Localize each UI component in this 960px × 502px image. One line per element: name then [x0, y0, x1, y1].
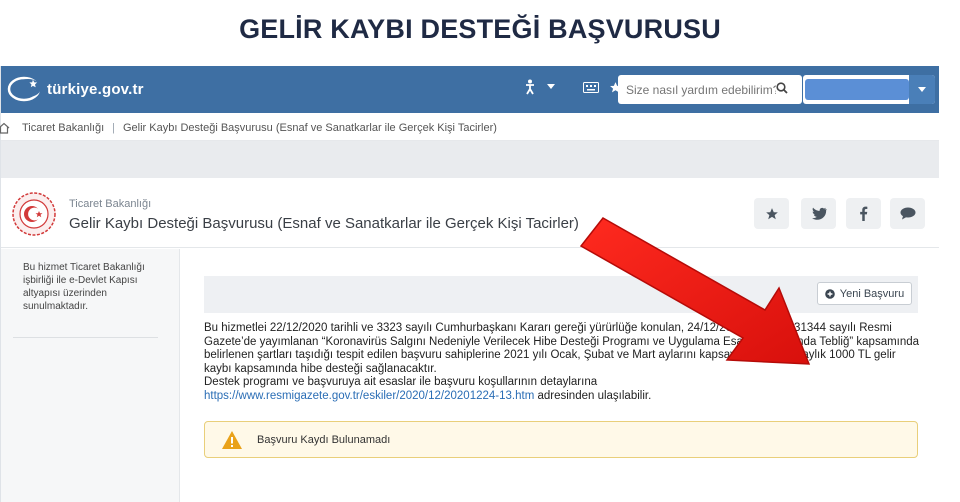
user-menu[interactable] — [803, 75, 935, 104]
gray-banner — [1, 141, 939, 178]
redacted-user-name — [805, 79, 909, 100]
comment-icon[interactable] — [890, 198, 925, 229]
breadcrumb-item-service: Gelir Kaybı Desteği Başvurusu (Esnaf ve … — [123, 121, 497, 134]
chevron-down-icon[interactable] — [547, 84, 555, 90]
breadcrumb: Ticaret Bakanlığı | Gelir Kaybı Desteği … — [0, 115, 939, 141]
description-paragraph: Bu hizmetlei 22/12/2020 tarihli ve 3323 … — [204, 322, 920, 375]
facebook-icon[interactable] — [846, 198, 881, 229]
logo-text: türkiye.gov.tr — [47, 80, 144, 98]
sidebar-note: Bu hizmet Ticaret Bakanlığı işbirliği il… — [23, 262, 145, 312]
keyboard-icon[interactable] — [583, 81, 599, 93]
sidebar: Bu hizmet Ticaret Bakanlığı işbirliği il… — [1, 249, 180, 502]
alert-message: Başvuru Kaydı Bulunamadı — [257, 433, 391, 446]
ministry-emblem-icon — [12, 192, 56, 236]
no-record-alert: Başvuru Kaydı Bulunamadı — [204, 421, 918, 458]
warning-icon — [222, 430, 242, 449]
home-icon[interactable] — [0, 122, 10, 134]
plus-circle-icon — [824, 288, 835, 299]
action-bar — [204, 276, 918, 313]
user-menu-chevron-icon[interactable] — [909, 75, 935, 104]
service-ministry: Ticaret Bakanlığı — [69, 198, 152, 210]
service-header: Ticaret Bakanlığı Gelir Kaybı Desteği Ba… — [1, 178, 939, 248]
sidebar-divider — [13, 337, 158, 338]
service-description: Bu hizmetlei 22/12/2020 tarihli ve 3323 … — [204, 322, 924, 403]
link-suffix: adresinden ulaşılabilir. — [534, 389, 652, 402]
new-application-button[interactable]: Yeni Başvuru — [817, 282, 912, 305]
top-navigation-bar: türkiye.gov.tr — [1, 66, 939, 113]
breadcrumb-item-ministry[interactable]: Ticaret Bakanlığı — [22, 122, 104, 134]
new-application-label: Yeni Başvuru — [839, 287, 905, 300]
crescent-logo-icon — [7, 76, 41, 102]
description-paragraph-2: Destek programı ve başvuruya ait esaslar… — [204, 376, 598, 388]
search-input[interactable] — [626, 82, 776, 97]
headline: GELİR KAYBI DESTEĞİ BAŞVURUSU — [239, 14, 721, 44]
browser-content: türkiye.gov.tr Size nasıl yardım edebili… — [0, 66, 939, 502]
accessibility-icon[interactable] — [523, 79, 537, 95]
favorite-star-icon[interactable] — [754, 198, 789, 229]
screenshot-stage: GELİR KAYBI DESTEĞİ BAŞVURUSU türkiye.go… — [0, 0, 960, 502]
search-icon[interactable] — [776, 81, 788, 99]
turkiye-gov-logo[interactable]: türkiye.gov.tr — [7, 74, 144, 104]
main-content: Yeni Başvuru Bu hizmetlei 22/12/2020 tar… — [181, 249, 939, 502]
top-icon-group — [523, 79, 622, 95]
service-title: Gelir Kaybı Desteği Başvurusu (Esnaf ve … — [69, 215, 579, 232]
resmi-gazete-link[interactable]: https://www.resmigazete.gov.tr/eskiler/2… — [204, 390, 534, 402]
search-box[interactable] — [618, 75, 802, 104]
twitter-icon[interactable] — [801, 198, 836, 229]
breadcrumb-separator: | — [112, 121, 115, 134]
